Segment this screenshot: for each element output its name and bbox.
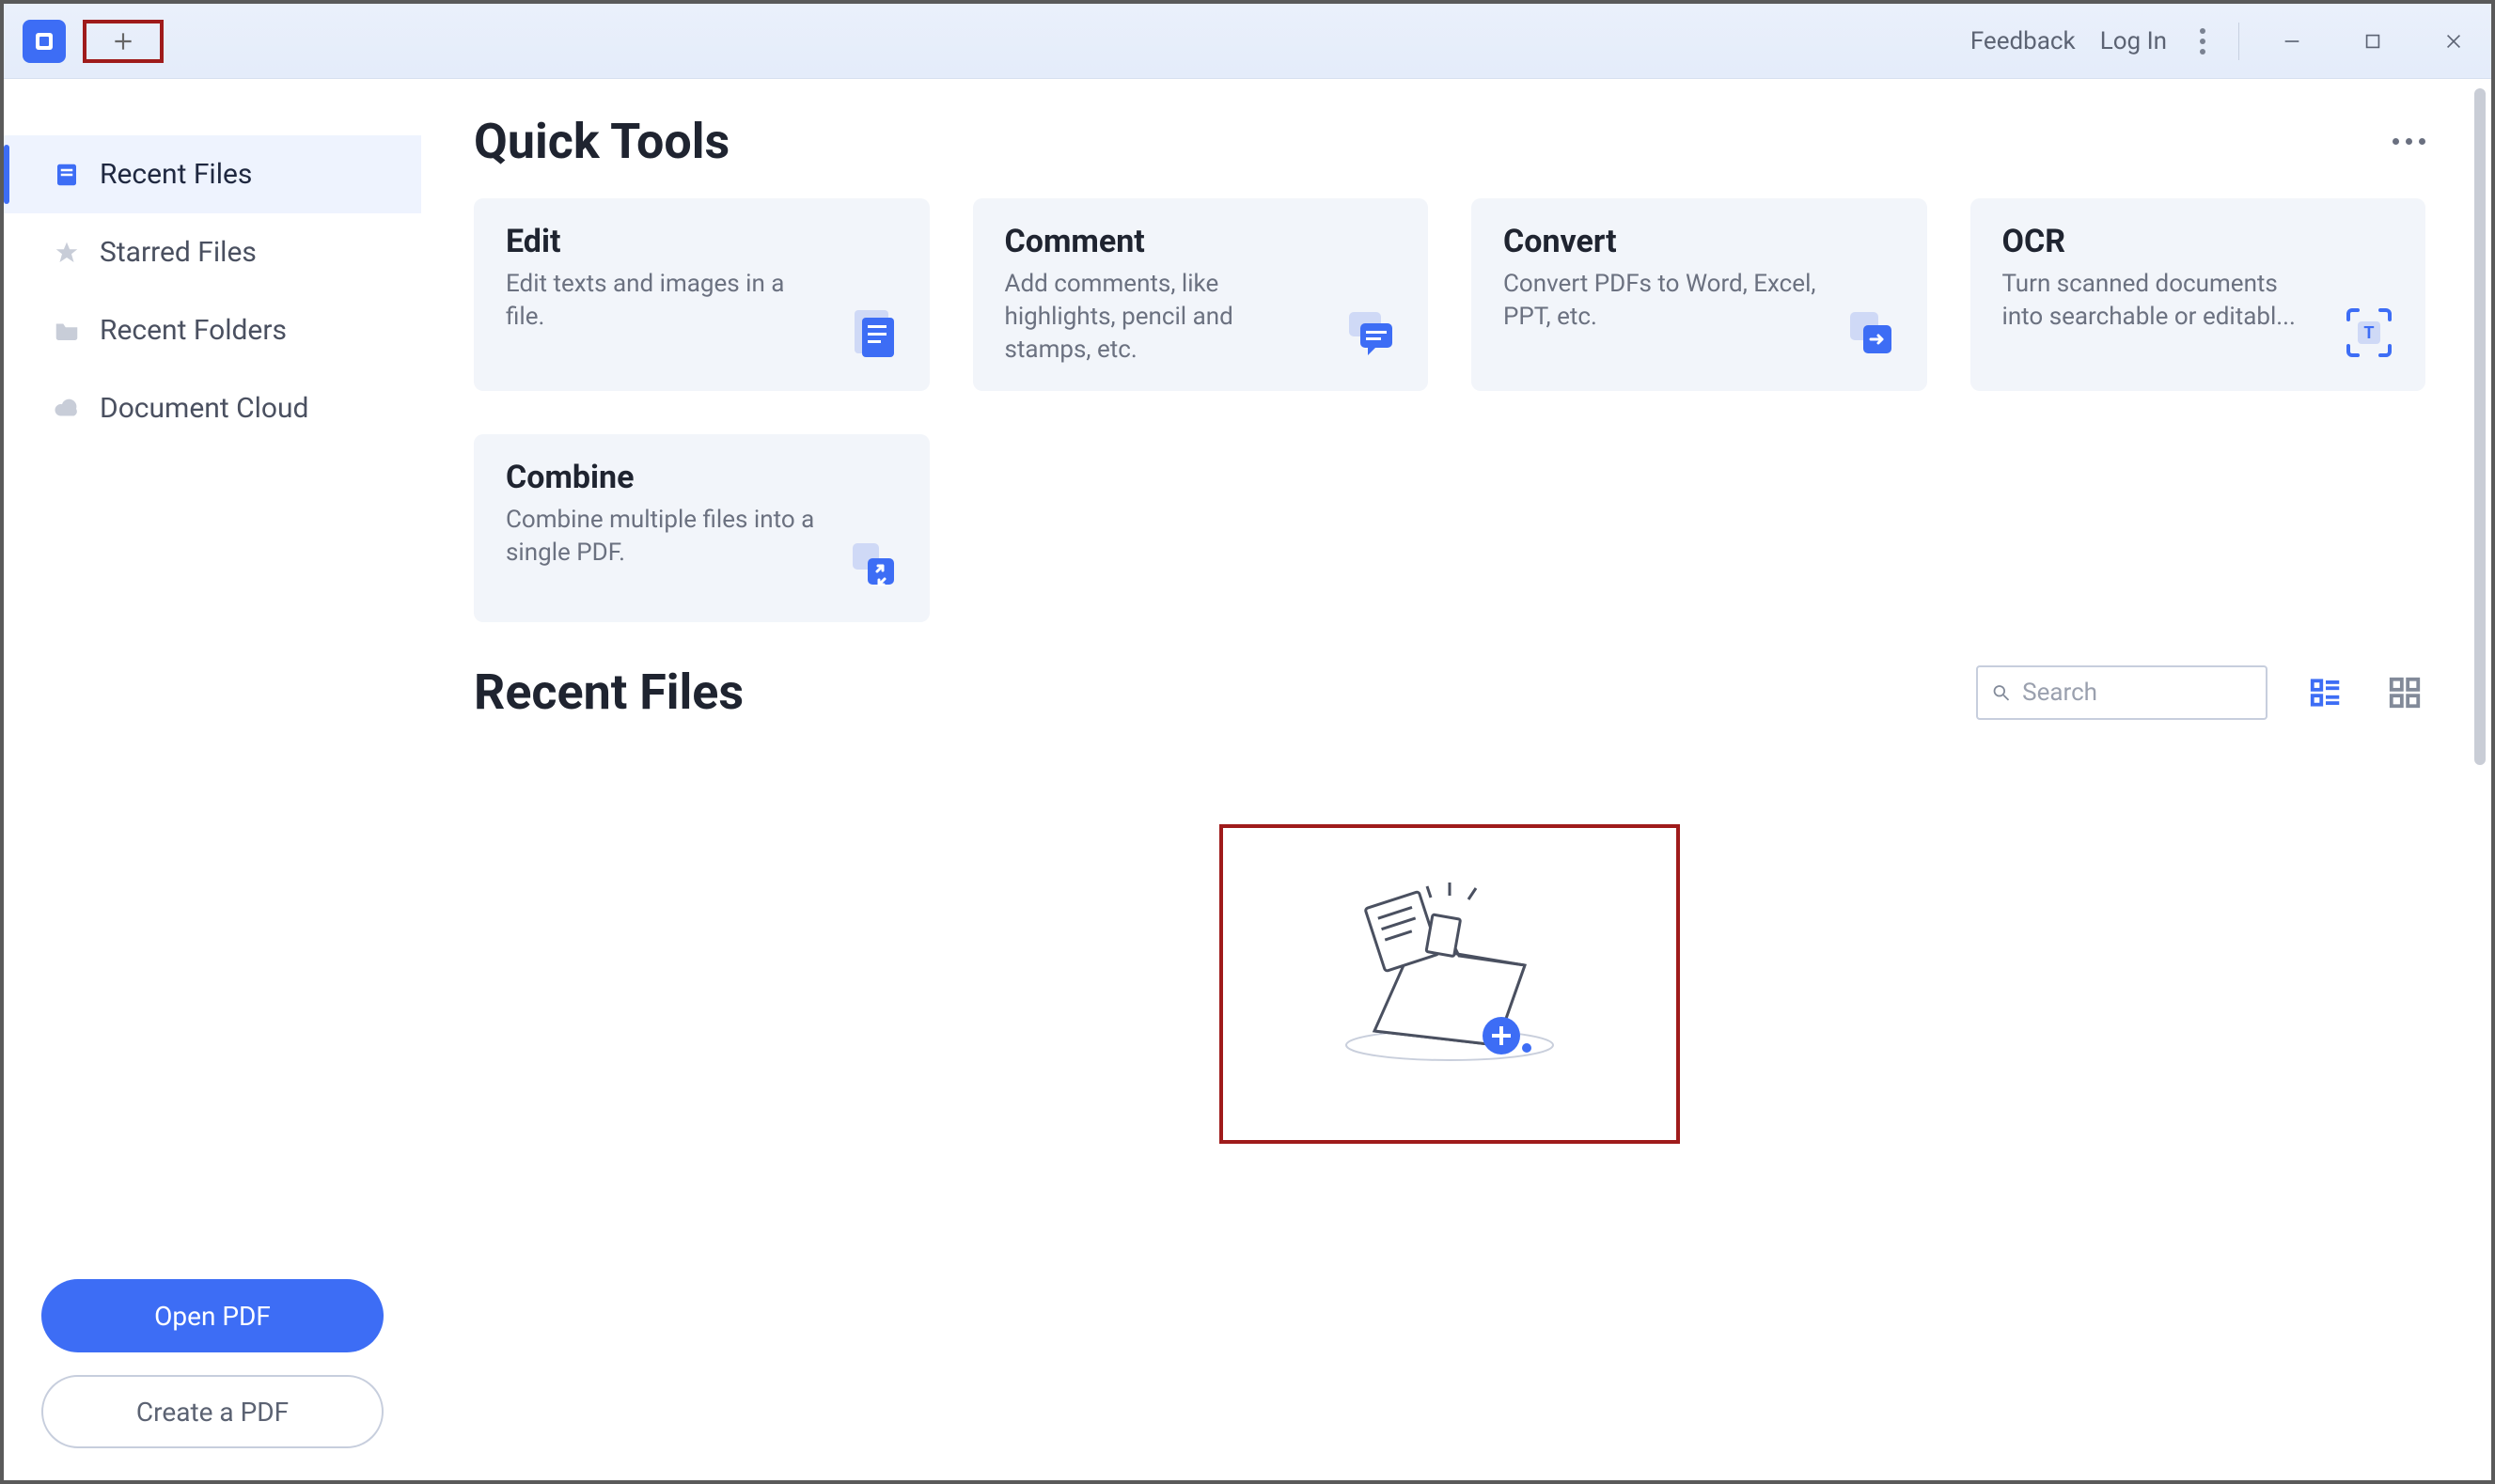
drop-zone[interactable] (1219, 824, 1680, 1144)
sidebar-item-label: Document Cloud (100, 392, 308, 425)
sidebar: Recent Files Starred Files Recent Folder… (4, 79, 421, 1480)
recent-files-icon (51, 159, 83, 191)
recent-files-controls (1976, 665, 2425, 720)
sidebar-item-label: Starred Files (100, 236, 257, 269)
tool-card-comment[interactable]: Comment Add comments, like highlights, p… (973, 198, 1429, 391)
sidebar-item-starred-files[interactable]: Starred Files (4, 213, 421, 291)
sidebar-bottom: Open PDF Create a PDF (4, 1266, 421, 1480)
cloud-icon (51, 393, 83, 425)
list-view-icon (2308, 675, 2344, 711)
edit-icon (845, 305, 902, 361)
grid-view-icon (2387, 675, 2423, 711)
close-button[interactable] (2425, 18, 2482, 65)
login-link[interactable]: Log In (2100, 27, 2167, 55)
open-pdf-button[interactable]: Open PDF (41, 1279, 384, 1352)
tool-card-edit[interactable]: Edit Edit texts and images in a file. (474, 198, 930, 391)
tool-title: Convert (1503, 223, 1816, 260)
tool-desc: Turn scanned documents into searchable o… (2002, 268, 2315, 334)
sidebar-item-label: Recent Folders (100, 314, 287, 347)
empty-folder-icon (1309, 881, 1591, 1087)
tool-desc: Convert PDFs to Word, Excel, PPT, etc. (1503, 268, 1816, 334)
recent-files-empty (474, 824, 2425, 1144)
app-window: Feedback Log In Recent Files (0, 0, 2495, 1484)
tool-title: Edit (506, 223, 819, 260)
tool-card-convert[interactable]: Convert Convert PDFs to Word, Excel, PPT… (1471, 198, 1927, 391)
tool-desc: Combine multiple files into a single PDF… (506, 504, 819, 570)
tool-desc: Add comments, like highlights, pencil an… (1005, 268, 1318, 367)
titlebar-right: Feedback Log In (1970, 18, 2482, 65)
quick-tools-grid: Edit Edit texts and images in a file. Co… (474, 198, 2425, 622)
tool-title: Combine (506, 459, 819, 496)
recent-files-header: Recent Files (474, 664, 2425, 721)
sidebar-item-recent-folders[interactable]: Recent Folders (4, 291, 421, 369)
scrollbar[interactable] (2474, 88, 2486, 765)
tool-card-combine[interactable]: Combine Combine multiple files into a si… (474, 434, 930, 622)
svg-text:T: T (2363, 323, 2374, 343)
sidebar-item-recent-files[interactable]: Recent Files (4, 135, 421, 213)
quick-tools-title: Quick Tools (474, 113, 730, 170)
ocr-icon: T (2341, 305, 2397, 361)
minimize-button[interactable] (2264, 18, 2320, 65)
grid-view-button[interactable] (2384, 672, 2425, 713)
maximize-button[interactable] (2345, 18, 2401, 65)
recent-files-title: Recent Files (474, 664, 744, 721)
star-icon (51, 237, 83, 269)
sidebar-item-label: Recent Files (100, 158, 252, 191)
separator (2238, 23, 2239, 60)
kebab-menu-icon[interactable] (2191, 28, 2214, 55)
body: Recent Files Starred Files Recent Folder… (4, 79, 2491, 1480)
main: Quick Tools Edit Edit texts and images i… (421, 79, 2491, 1480)
quick-tools-more-icon[interactable] (2393, 138, 2425, 145)
app-logo-icon (33, 30, 55, 53)
folder-icon (51, 315, 83, 347)
plus-icon (111, 29, 135, 54)
search-input[interactable] (2022, 679, 2252, 707)
app-logo[interactable] (23, 20, 66, 63)
tool-card-ocr[interactable]: OCR Turn scanned documents into searchab… (1970, 198, 2426, 391)
tool-title: OCR (2002, 223, 2315, 260)
sidebar-item-document-cloud[interactable]: Document Cloud (4, 369, 421, 447)
feedback-link[interactable]: Feedback (1970, 27, 2076, 55)
list-view-button[interactable] (2305, 672, 2346, 713)
maximize-icon (2362, 31, 2383, 52)
convert-icon (1843, 305, 1899, 361)
new-tab-button[interactable] (83, 20, 164, 63)
close-icon (2443, 31, 2464, 52)
minimize-icon (2282, 31, 2302, 52)
tool-title: Comment (1005, 223, 1318, 260)
create-pdf-button[interactable]: Create a PDF (41, 1375, 384, 1448)
search-icon (1991, 681, 2011, 704)
combine-icon (845, 536, 902, 592)
search-box[interactable] (1976, 665, 2267, 720)
tool-desc: Edit texts and images in a file. (506, 268, 819, 334)
titlebar: Feedback Log In (4, 4, 2491, 79)
quick-tools-header: Quick Tools (474, 113, 2425, 170)
comment-icon (1343, 305, 1400, 361)
